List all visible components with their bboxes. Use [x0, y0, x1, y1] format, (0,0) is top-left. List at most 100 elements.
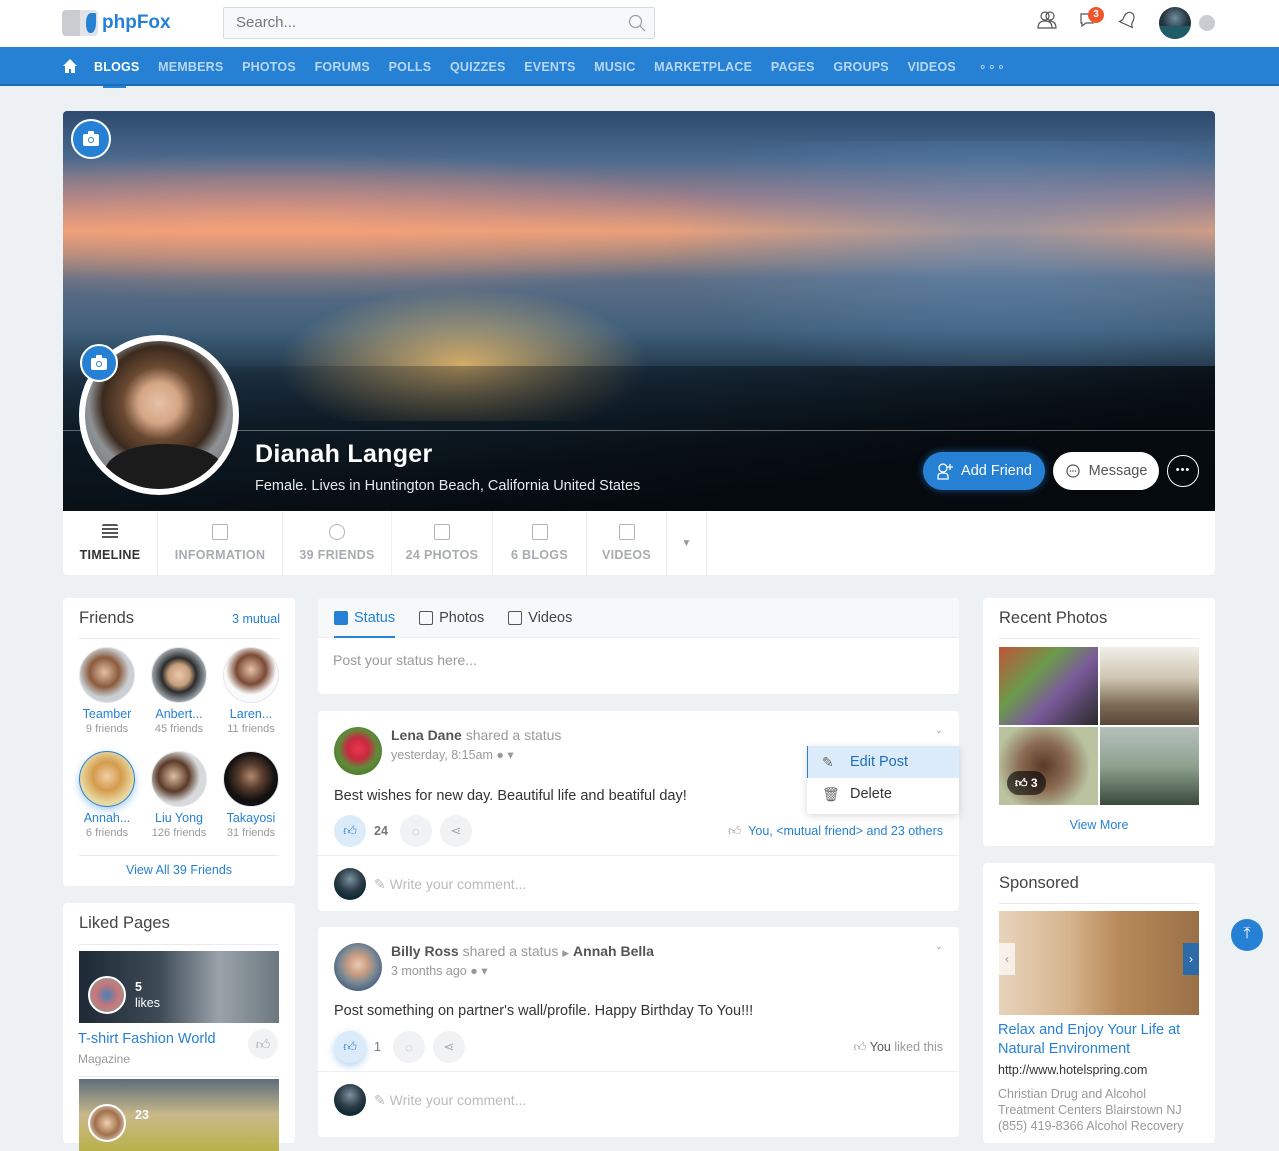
tab-timeline[interactable]: TIMELINE [63, 511, 158, 575]
page-cover[interactable]: 5 likes [79, 951, 279, 1023]
nav-item-videos[interactable]: VIDEOS [907, 60, 955, 74]
recent-photo[interactable] [1100, 727, 1199, 805]
nav-more-icon[interactable]: ∘∘∘ [979, 59, 1006, 75]
tab-photos[interactable]: 24 PHOTOS [392, 511, 493, 575]
friend-item[interactable]: Laren... 11 friends [215, 647, 287, 735]
nav-item-polls[interactable]: POLLS [389, 60, 432, 74]
recent-photo[interactable] [1100, 647, 1199, 725]
page-name[interactable]: T-shirt Fashion World [78, 1031, 216, 1047]
nav-item-marketplace[interactable]: MARKETPLACE [654, 60, 752, 74]
add-friend-button[interactable]: Add Friend [923, 452, 1045, 490]
post-author-avatar[interactable] [334, 727, 382, 775]
friends-icon[interactable] [1037, 10, 1057, 30]
ad-title[interactable]: Relax and Enjoy Your Life at Natural Env… [998, 1021, 1203, 1059]
friend-name[interactable]: Laren... [215, 707, 287, 721]
friend-count: 126 friends [151, 827, 207, 839]
home-icon[interactable] [62, 58, 78, 74]
friend-avatar [151, 751, 207, 807]
post-author[interactable]: Billy Ross [391, 943, 459, 959]
friend-name[interactable]: Annah... [71, 811, 143, 825]
post-target[interactable]: Annah Bella [573, 943, 654, 959]
change-avatar-button[interactable] [80, 344, 118, 382]
post-author-avatar[interactable] [334, 943, 382, 991]
profile-more-button[interactable]: ••• [1167, 455, 1199, 487]
comment-button[interactable]: ◌ [399, 815, 432, 847]
post-action: shared a status [465, 727, 562, 743]
like-page-button[interactable]: 👍︎ [248, 1029, 278, 1059]
post-options-menu: ✎ Edit Post 🗑︎ Delete [807, 746, 959, 814]
friend-name[interactable]: Liu Yong [143, 811, 215, 825]
user-avatar[interactable] [1159, 7, 1191, 39]
friend-item[interactable]: Annah... 6 friends [71, 751, 143, 839]
top-bar: phpFox Search... 3 [0, 0, 1279, 47]
nav-item-events[interactable]: EVENTS [524, 60, 575, 74]
post-options-chevron-icon[interactable]: ⌄ [935, 941, 943, 952]
nav-item-forums[interactable]: FORUMS [315, 60, 370, 74]
carousel-next-button[interactable]: › [1183, 943, 1199, 975]
carousel-prev-button[interactable]: ‹ [999, 943, 1015, 975]
nav-item-music[interactable]: MUSIC [594, 60, 635, 74]
view-more-photos-link[interactable]: View More [983, 818, 1215, 832]
friend-name[interactable]: Teamber [71, 707, 143, 721]
like-button[interactable]: 👍︎ [334, 1031, 366, 1063]
tab-videos[interactable]: VIDEOS [587, 511, 667, 575]
friend-item[interactable]: Takayosi 31 friends [215, 751, 287, 839]
tab-information[interactable]: INFORMATION [158, 511, 283, 575]
nav-item-pages[interactable]: PAGES [771, 60, 815, 74]
search-icon[interactable] [628, 14, 646, 32]
view-all-friends-link[interactable]: View All 39 Friends [63, 863, 295, 877]
delete-post-menu-item[interactable]: 🗑︎ Delete [807, 778, 959, 810]
friend-item[interactable]: Teamber 9 friends [71, 647, 143, 735]
composer-tab-status[interactable]: Status [334, 598, 396, 638]
message-button[interactable]: Message [1053, 452, 1159, 490]
nav-item-blogs[interactable]: BLOGS [94, 60, 139, 74]
tab-blogs[interactable]: 6 BLOGS [493, 511, 587, 575]
bell-icon[interactable] [1118, 10, 1138, 30]
friend-name[interactable]: Anbert... [143, 707, 215, 721]
status-input[interactable]: Post your status here... [318, 638, 959, 682]
scroll-to-top-button[interactable]: ⤒ [1231, 919, 1263, 951]
friend-item[interactable]: Liu Yong 126 friends [143, 751, 215, 839]
share-button[interactable]: ⋖ [439, 815, 472, 847]
friend-item[interactable]: Anbert... 45 friends [143, 647, 215, 735]
likers-link[interactable]: You, <mutual friend> and 23 others [748, 824, 943, 838]
edit-post-menu-item[interactable]: ✎ Edit Post [807, 746, 959, 778]
comment-input[interactable]: Write your comment... [390, 876, 527, 892]
privacy-globe-icon[interactable]: ● ▾ [470, 964, 487, 978]
comment-button[interactable]: ◌ [392, 1031, 425, 1063]
privacy-globe-icon[interactable]: ● ▾ [496, 748, 513, 762]
nav-item-quizzes[interactable]: QUIZZES [450, 60, 506, 74]
composer-tab-videos[interactable]: Videos [508, 598, 572, 638]
post-author[interactable]: Lena Dane [391, 727, 462, 743]
like-count[interactable]: 1 [374, 1040, 381, 1054]
photo-icon [434, 524, 450, 540]
recent-photo[interactable]: 👍︎ 3 [999, 727, 1098, 805]
nav-item-photos[interactable]: PHOTOS [242, 60, 296, 74]
like-button[interactable]: 👍︎ [334, 815, 366, 847]
mutual-friends-link[interactable]: 3 mutual [232, 612, 280, 626]
change-cover-button[interactable] [71, 119, 111, 159]
ad-image[interactable]: ‹ › [999, 911, 1199, 1015]
post-time[interactable]: 3 months ago [391, 964, 467, 978]
logo[interactable]: phpFox [62, 8, 171, 38]
nav-item-members[interactable]: MEMBERS [158, 60, 223, 74]
likers-you[interactable]: You [870, 1040, 891, 1054]
composer-tab-photos[interactable]: Photos [419, 598, 484, 638]
profile-tabs: TIMELINE INFORMATION 39 FRIENDS 24 PHOTO… [63, 511, 1215, 575]
search-input[interactable]: Search... [223, 7, 655, 39]
id-card-icon [212, 524, 228, 540]
tabs-more-dropdown[interactable]: ▼ [667, 511, 707, 575]
tab-friends[interactable]: 39 FRIENDS [283, 511, 392, 575]
comment-input[interactable]: Write your comment... [390, 1092, 527, 1108]
chevron-down-icon[interactable] [1199, 15, 1215, 31]
page-cover[interactable]: 23 [79, 1079, 279, 1151]
post-time[interactable]: yesterday, 8:15am [391, 748, 493, 762]
share-button[interactable]: ⋖ [432, 1031, 465, 1063]
recent-photo[interactable] [999, 647, 1098, 725]
post-options-chevron-icon[interactable]: ⌄ [935, 725, 943, 736]
friend-name[interactable]: Takayosi [215, 811, 287, 825]
sponsored-title: Sponsored [999, 874, 1079, 892]
like-count[interactable]: 24 [374, 824, 388, 838]
friends-icon [329, 524, 345, 540]
nav-item-groups[interactable]: GROUPS [833, 60, 888, 74]
